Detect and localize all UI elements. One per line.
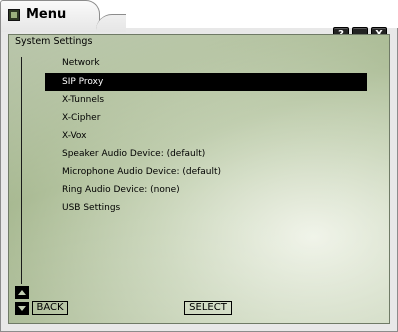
select-button[interactable]: SELECT (184, 301, 232, 315)
menu-item-speaker-audio-device[interactable]: Speaker Audio Device: (default) (45, 145, 367, 163)
menu-item-label: Ring Audio Device: (none) (62, 185, 180, 195)
menu-item-label: X-Tunnels (62, 95, 105, 105)
menu-item-label: X-Vox (62, 131, 87, 141)
title-tab[interactable]: Menu (0, 0, 100, 32)
menu-item-sip-proxy[interactable]: SIP Proxy (45, 73, 367, 91)
menu-item-label: X-Cipher (62, 113, 101, 123)
scroll-down-arrow-icon[interactable] (15, 302, 29, 315)
menu-item-label: SIP Proxy (62, 77, 104, 87)
title-tab-edge (96, 14, 126, 32)
menu-list: Network SIP Proxy X-Tunnels X-Cipher X-V… (45, 54, 367, 217)
scroll-track (21, 57, 22, 284)
menu-item-label: USB Settings (62, 203, 121, 213)
menu-item-x-tunnels[interactable]: X-Tunnels (45, 91, 367, 109)
back-button[interactable]: BACK (32, 301, 68, 315)
menu-window: Menu ? X System Settings Network SIP Pro… (0, 0, 398, 332)
app-icon (8, 9, 20, 21)
menu-item-usb-settings[interactable]: USB Settings (45, 199, 367, 217)
menu-item-label: Network (62, 58, 100, 68)
scroll-up-arrow-icon[interactable] (15, 286, 29, 299)
menu-item-label: Speaker Audio Device: (default) (62, 149, 206, 159)
window-title: Menu (26, 7, 67, 22)
menu-item-x-cipher[interactable]: X-Cipher (45, 109, 367, 127)
menu-item-network[interactable]: Network (45, 54, 367, 72)
menu-item-x-vox[interactable]: X-Vox (45, 127, 367, 145)
menu-item-microphone-audio-device[interactable]: Microphone Audio Device: (default) (45, 163, 367, 181)
menu-item-ring-audio-device[interactable]: Ring Audio Device: (none) (45, 181, 367, 199)
panel-title: System Settings (15, 36, 93, 47)
menu-item-label: Microphone Audio Device: (default) (62, 167, 222, 177)
